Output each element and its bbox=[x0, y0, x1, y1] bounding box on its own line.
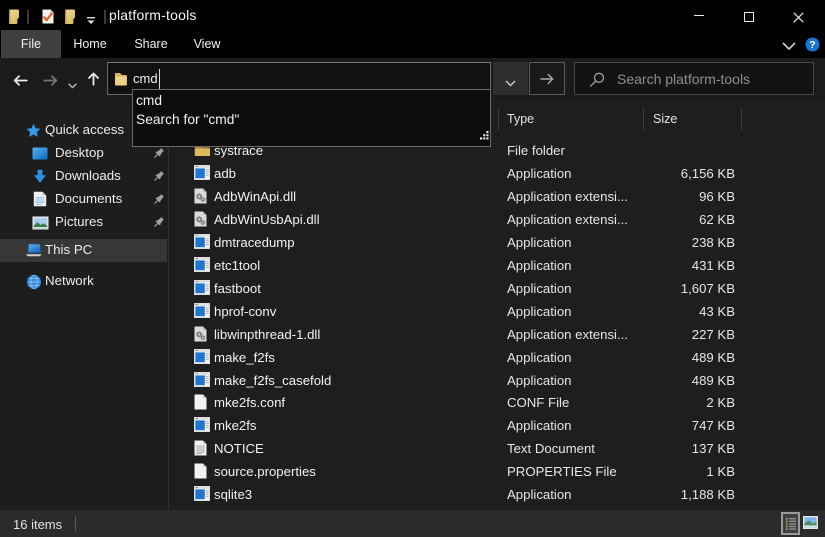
svg-text:?: ? bbox=[809, 39, 815, 51]
